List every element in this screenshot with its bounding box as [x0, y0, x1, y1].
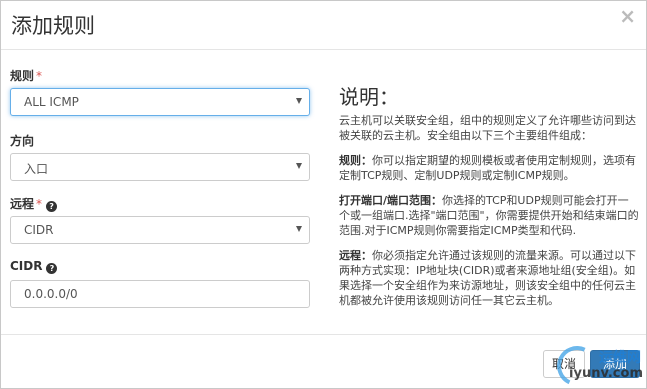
cidr-input[interactable]: 0.0.0.0/0 [10, 280, 310, 308]
question-circle-icon[interactable]: ? [46, 201, 58, 212]
remote-label: 远程 *? [10, 195, 58, 212]
remote-select-value: CIDR [24, 223, 54, 237]
rule-select[interactable]: ALL ICMP [10, 88, 310, 116]
cancel-button[interactable]: 取消 [543, 350, 585, 378]
description-rule: 规则：你可以指定期望的规则模板或者使用定制规则，选项有定制TCP规则、定制UDP… [339, 154, 636, 182]
direction-select-value: 入口 [24, 162, 49, 176]
direction-label: 方向 [10, 134, 35, 148]
chevron-down-icon [296, 163, 302, 169]
close-icon[interactable]: × [619, 6, 636, 26]
question-circle-icon[interactable]: ? [46, 263, 58, 274]
rule-term: 规则： [339, 154, 372, 167]
port-term: 打开端口/端口范围： [339, 194, 443, 207]
cidr-label: CIDR? [10, 259, 58, 274]
dialog-title: 添加规则 [11, 14, 95, 38]
chevron-down-icon [296, 98, 302, 104]
rule-select-value: ALL ICMP [24, 95, 79, 109]
rule-label: 规则 * [10, 69, 43, 83]
direction-select[interactable]: 入口 [10, 153, 310, 181]
cidr-input-value: 0.0.0.0/0 [24, 287, 78, 301]
remote-term: 远程： [339, 249, 372, 262]
dialog-footer-divider [1, 334, 646, 335]
remote-select[interactable]: CIDR [10, 216, 310, 244]
description-title: 说明： [339, 85, 399, 109]
chevron-down-icon [296, 226, 302, 232]
description-port: 打开端口/端口范围：你选择的TCP和UDP规则可能会打开一个或一组端口.选择"端… [339, 194, 639, 237]
dialog-header: 添加规则 × [1, 1, 646, 50]
required-mark: * [36, 197, 43, 211]
add-button[interactable]: 添加 [590, 350, 640, 378]
description-remote: 远程：你必须指定允许通过该规则的流量来源。可以通过以下两种方式实现：IP地址块(… [339, 249, 636, 307]
required-mark: * [36, 69, 43, 83]
add-rule-dialog: 添加规则 × 规则 * ALL ICMP 方向 入口 远程 *? CIDR CI… [0, 0, 647, 389]
description-intro: 云主机可以关联安全组，组中的规则定义了允许哪些访问到达被关联的云主机。安全组由以… [339, 114, 636, 142]
